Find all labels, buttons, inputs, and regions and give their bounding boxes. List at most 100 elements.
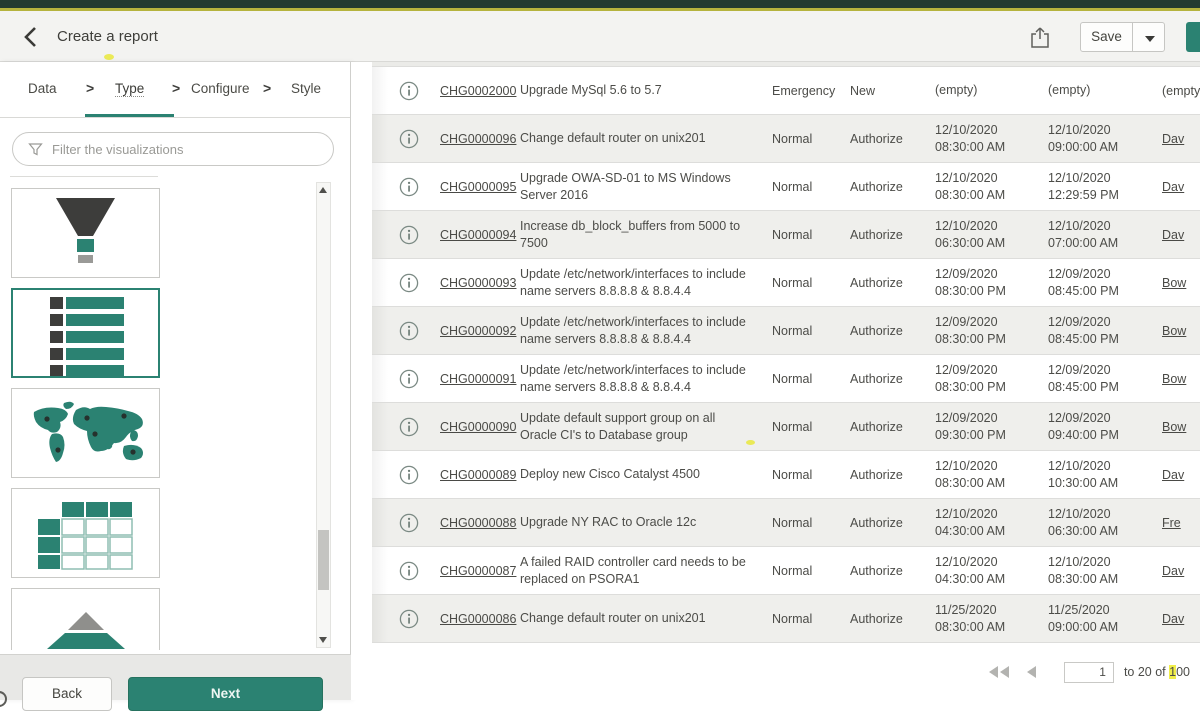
change-number-link[interactable]: CHG0000091 (436, 372, 520, 386)
table-row[interactable]: CHG0000090 Update default support group … (372, 403, 1200, 451)
next-button[interactable]: Next (128, 677, 323, 711)
sidebar-scrollbar-thumb[interactable] (318, 530, 329, 590)
start-date-value: 12/10/2020 04:30:00 AM (932, 554, 1046, 588)
heatmap-table-thumbnail (12, 490, 159, 576)
first-page-button[interactable] (989, 666, 1011, 678)
page-number-input[interactable] (1064, 662, 1114, 683)
change-number-link[interactable]: CHG0000094 (436, 228, 520, 242)
table-row[interactable]: CHG0000094 Increase db_block_buffers fro… (372, 211, 1200, 259)
info-icon[interactable] (399, 561, 419, 581)
priority-value: Normal (768, 132, 846, 146)
info-icon[interactable] (399, 417, 419, 437)
viz-option-map[interactable] (11, 388, 160, 478)
info-icon[interactable] (399, 465, 419, 485)
table-row[interactable]: CHG0000095 Upgrade OWA-SD-01 to MS Windo… (372, 163, 1200, 211)
end-date-value: 12/10/2020 06:30:00 AM (1046, 506, 1162, 540)
short-description: Update /etc/network/interfaces to includ… (520, 314, 768, 347)
start-date-value: 12/09/2020 09:30:00 PM (932, 410, 1046, 444)
state-value: Authorize (846, 132, 932, 146)
change-number-link[interactable]: CHG0000086 (436, 612, 520, 626)
info-icon[interactable] (399, 129, 419, 149)
assigned-to-link[interactable]: Dav (1162, 228, 1200, 242)
info-icon[interactable] (399, 273, 419, 293)
priority-value: Normal (768, 276, 846, 290)
assigned-to-link[interactable]: Dav (1162, 468, 1200, 482)
share-icon[interactable] (1028, 24, 1052, 50)
assigned-to-link[interactable]: Bow (1162, 372, 1200, 386)
end-date-value: 12/10/2020 07:00:00 AM (1046, 218, 1162, 252)
scroll-up-button[interactable] (316, 182, 331, 198)
priority-value: Emergency (768, 84, 846, 98)
start-date-value: 11/25/2020 08:30:00 AM (932, 602, 1046, 636)
state-value: Authorize (846, 228, 932, 242)
step-configure[interactable]: Configure (191, 81, 250, 96)
start-date-value: 12/09/2020 08:30:00 PM (932, 266, 1046, 300)
assigned-to-link[interactable]: Dav (1162, 180, 1200, 194)
funnel-chart-thumbnail (12, 190, 159, 276)
previous-page-button[interactable] (1027, 666, 1038, 678)
viz-option-pyramid[interactable] (11, 588, 160, 650)
assigned-to-link[interactable]: Bow (1162, 324, 1200, 338)
info-icon[interactable] (399, 609, 419, 629)
wizard-footer: Back Next (0, 654, 351, 700)
change-number-link[interactable]: CHG0000093 (436, 276, 520, 290)
change-number-link[interactable]: CHG0000092 (436, 324, 520, 338)
change-number-link[interactable]: CHG0000096 (436, 132, 520, 146)
funnel-filter-icon (28, 142, 43, 157)
info-icon[interactable] (399, 369, 419, 389)
priority-value: Normal (768, 612, 846, 626)
scroll-down-button[interactable] (316, 632, 331, 648)
end-date-value: 11/25/2020 09:00:00 AM (1046, 602, 1162, 636)
run-button-partial[interactable] (1186, 22, 1200, 52)
viz-option-bar-list[interactable] (11, 288, 160, 378)
step-type[interactable]: Type (115, 81, 144, 97)
assigned-to-link[interactable]: Bow (1162, 420, 1200, 434)
info-icon[interactable] (399, 513, 419, 533)
table-row[interactable]: CHG0002000 Upgrade MySql 5.6 to 5.7 Emer… (372, 67, 1200, 115)
table-row[interactable]: CHG0000086 Change default router on unix… (372, 595, 1200, 643)
assigned-to-link[interactable]: Dav (1162, 564, 1200, 578)
short-description: Upgrade MySql 5.6 to 5.7 (520, 82, 768, 99)
viz-option-heatmap[interactable] (11, 488, 160, 578)
viz-option-funnel[interactable] (11, 188, 160, 278)
info-icon[interactable] (399, 177, 419, 197)
change-number-link[interactable]: CHG0002000 (436, 84, 520, 98)
save-button[interactable]: Save (1080, 22, 1133, 52)
save-dropdown-button[interactable] (1132, 22, 1165, 52)
short-description: Update /etc/network/interfaces to includ… (520, 362, 768, 395)
change-number-link[interactable]: CHG0000090 (436, 420, 520, 434)
assigned-to-link[interactable]: Dav (1162, 612, 1200, 626)
info-icon[interactable] (399, 225, 419, 245)
step-style[interactable]: Style (291, 81, 321, 96)
table-row[interactable]: CHG0000093 Update /etc/network/interface… (372, 259, 1200, 307)
assigned-to-link[interactable]: Fre (1162, 516, 1200, 530)
start-date-value: (empty) (932, 82, 1046, 99)
table-row[interactable]: CHG0000091 Update /etc/network/interface… (372, 355, 1200, 403)
back-chevron-icon[interactable] (20, 25, 46, 49)
table-row[interactable]: CHG0000089 Deploy new Cisco Catalyst 450… (372, 451, 1200, 499)
state-value: Authorize (846, 612, 932, 626)
end-date-value: 12/09/2020 08:45:00 PM (1046, 266, 1162, 300)
triangle-left-icon (1000, 666, 1009, 678)
state-value: Authorize (846, 468, 932, 482)
back-button[interactable]: Back (22, 677, 112, 711)
assigned-to-link[interactable]: (empty) (1162, 84, 1200, 98)
filter-visualizations-input[interactable]: Filter the visualizations (12, 132, 334, 166)
start-date-value: 12/10/2020 08:30:00 AM (932, 170, 1046, 204)
assigned-to-link[interactable]: Dav (1162, 132, 1200, 146)
assigned-to-link[interactable]: Bow (1162, 276, 1200, 290)
change-number-link[interactable]: CHG0000087 (436, 564, 520, 578)
table-row[interactable]: CHG0000087 A failed RAID controller card… (372, 547, 1200, 595)
short-description: Update /etc/network/interfaces to includ… (520, 266, 768, 299)
table-row[interactable]: CHG0000096 Change default router on unix… (372, 115, 1200, 163)
click-indicator-dot (104, 54, 114, 60)
info-icon[interactable] (399, 81, 419, 101)
step-data[interactable]: Data (28, 81, 57, 96)
info-icon[interactable] (399, 321, 419, 341)
change-number-link[interactable]: CHG0000088 (436, 516, 520, 530)
change-number-link[interactable]: CHG0000095 (436, 180, 520, 194)
table-row[interactable]: CHG0000088 Upgrade NY RAC to Oracle 12c … (372, 499, 1200, 547)
breadcrumb-separator: > (263, 80, 271, 96)
change-number-link[interactable]: CHG0000089 (436, 468, 520, 482)
table-row[interactable]: CHG0000092 Update /etc/network/interface… (372, 307, 1200, 355)
